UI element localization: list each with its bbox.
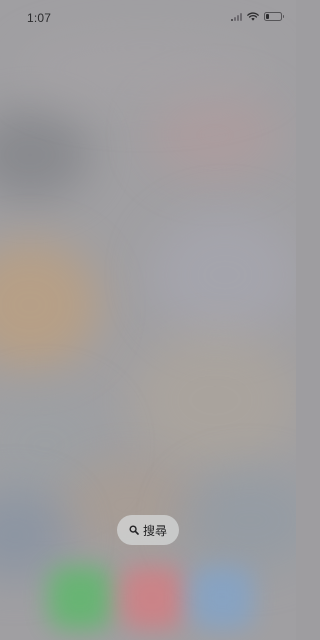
wallpaper-blur-shape [130,330,296,470]
battery-level-fill [266,14,269,19]
status-time: 1:07 [27,11,52,25]
search-label: 搜尋 [142,523,167,538]
wallpaper-blur-shape [0,240,100,370]
status-icons [231,12,284,21]
phone-app-icon[interactable] [48,566,112,630]
red-app-icon[interactable] [120,566,184,630]
wallpaper-blur-shape [20,35,270,105]
cellular-signal-icon [231,12,242,21]
search-button[interactable]: 搜尋 [117,515,179,545]
status-bar: 1:07 [0,0,296,36]
wallpaper-blur-shape [180,470,296,570]
wifi-icon [247,12,259,21]
blue-app-icon[interactable] [190,566,254,630]
wallpaper-blur-shape [150,210,296,340]
battery-icon [264,12,284,21]
wallpaper-blur-shape [0,110,90,200]
home-screen: 1:07 搜尋 [0,0,296,640]
search-icon [129,525,139,535]
